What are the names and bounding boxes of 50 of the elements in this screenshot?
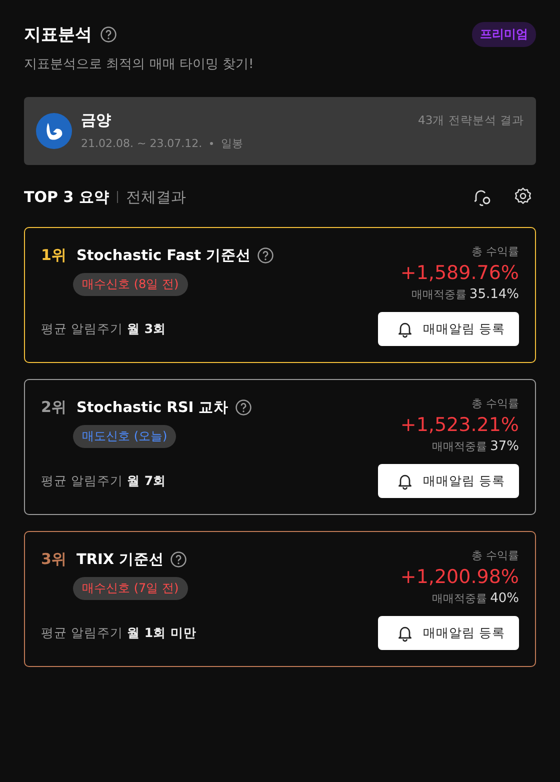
page-title: 지표분석 (24, 24, 92, 46)
chart-interval: 일봉 (221, 136, 244, 151)
result-count: 43개 전략분석 결과 (418, 113, 524, 128)
help-icon[interactable] (170, 551, 188, 568)
total-return: +1,200.98% (400, 566, 519, 588)
stock-logo-icon (36, 113, 72, 149)
signal-badge: 매수신호 (7일 전) (73, 577, 188, 600)
rank-label: 1위 (41, 246, 66, 265)
total-return: +1,523.21% (400, 414, 519, 436)
frequency-value: 월 1회 미만 (126, 624, 196, 642)
signal-badge: 매수신호 (8일 전) (73, 273, 188, 296)
strategy-name: TRIX 기준선 (76, 551, 164, 569)
frequency-label: 평균 알림주기 (41, 472, 123, 490)
asset-card[interactable]: 금양 21.02.08. ~ 23.07.12. 일봉 43개 전략분석 결과 (24, 97, 536, 165)
rank-label: 2위 (41, 398, 66, 417)
accuracy-value: 35.14% (469, 287, 519, 302)
return-label: 총 수익률 (472, 396, 519, 411)
strategy-name: Stochastic RSI 교차 (76, 399, 229, 417)
settings-icon[interactable] (514, 187, 532, 205)
total-return: +1,589.76% (400, 262, 519, 284)
separator-dot-icon (210, 142, 214, 145)
tab[interactable]: 전체결과 (126, 188, 186, 206)
rank-label: 3위 (41, 550, 66, 569)
frequency-label: 평균 알림주기 (41, 624, 123, 642)
help-icon[interactable] (100, 26, 117, 43)
alert-register-button[interactable]: 매매알림 등록 (378, 464, 519, 498)
accuracy-label: 매매적중률 (432, 591, 488, 606)
signal-badge: 매도신호 (오늘) (73, 425, 176, 448)
bell-icon (396, 320, 414, 338)
asset-name: 금양 (81, 111, 111, 130)
premium-badge: 프리미엄 (472, 22, 536, 47)
bell-icon (396, 472, 414, 490)
accuracy-value: 37% (490, 439, 519, 454)
bell-icon (396, 624, 414, 642)
return-label: 총 수익률 (472, 244, 519, 259)
frequency-value: 월 7회 (126, 472, 166, 490)
return-label: 총 수익률 (472, 548, 519, 563)
frequency-value: 월 3회 (126, 320, 166, 338)
accuracy-value: 40% (490, 591, 519, 606)
analysis-period: 21.02.08. ~ 23.07.12. (81, 137, 202, 150)
frequency-label: 평균 알림주기 (41, 320, 123, 338)
help-icon[interactable] (234, 399, 252, 416)
tab[interactable]: TOP 3 요약 (24, 188, 109, 206)
accuracy-label: 매매적중률 (432, 439, 488, 454)
accuracy-label: 매매적중률 (411, 287, 466, 302)
help-icon[interactable] (257, 247, 274, 264)
alert-register-button[interactable]: 매매알림 등록 (378, 616, 519, 650)
strategy-name: Stochastic Fast 기준선 (76, 247, 252, 265)
alert-register-button[interactable]: 매매알림 등록 (378, 312, 519, 346)
page-subtitle: 지표분석으로 최적의 매매 타이밍 찾기! (24, 56, 255, 73)
